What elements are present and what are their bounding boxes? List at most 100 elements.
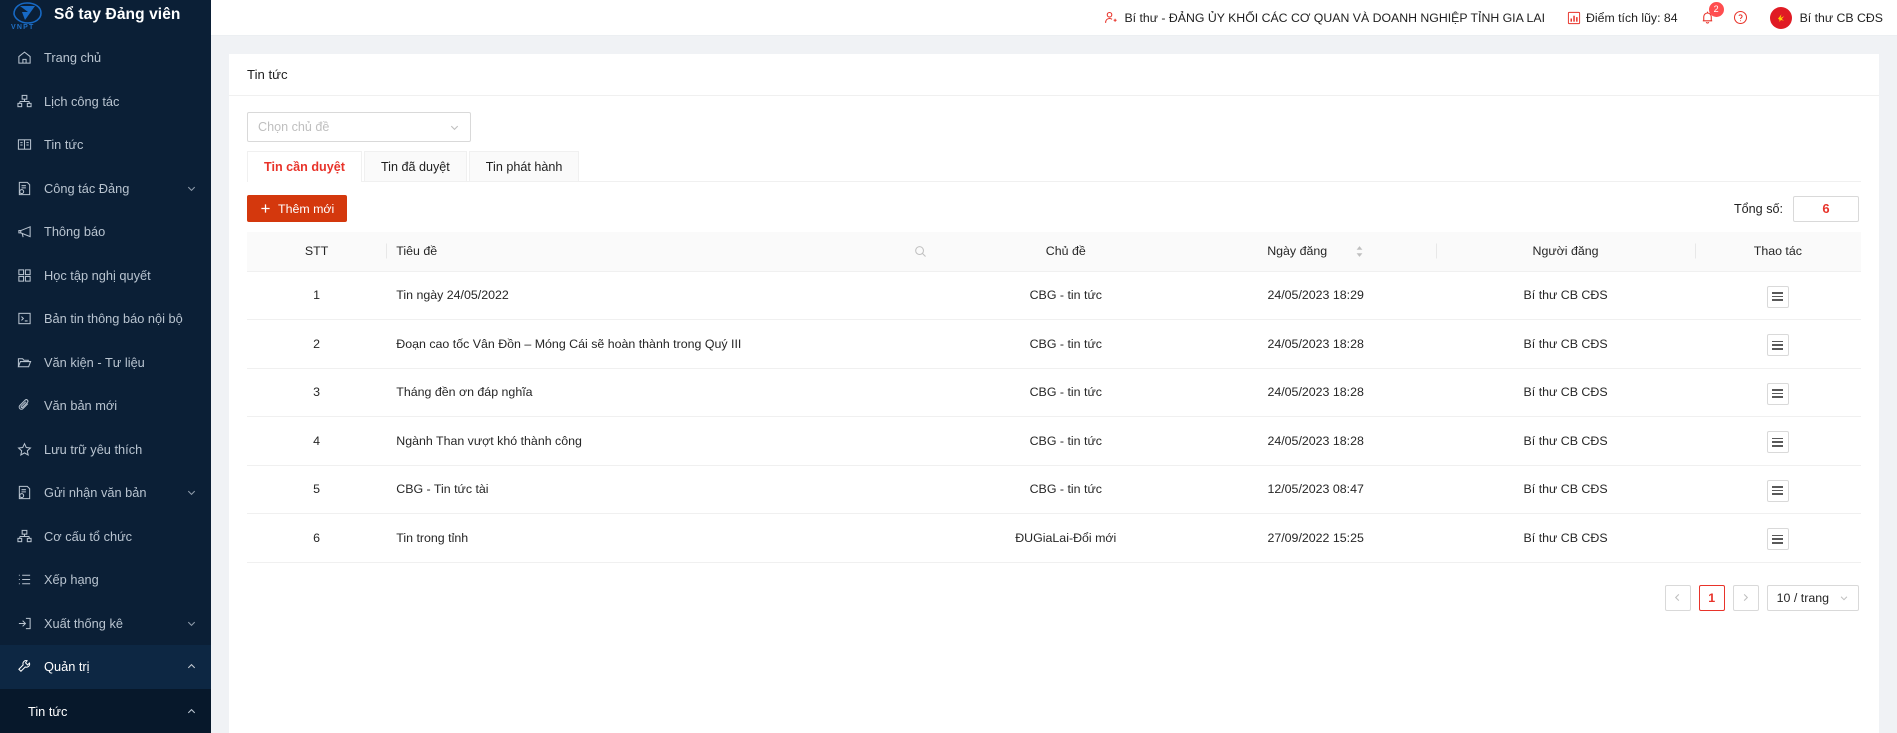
chevron-down-icon bbox=[186, 618, 197, 629]
menu-bars-icon[interactable] bbox=[1766, 285, 1789, 308]
page-size-label: 10 / trang bbox=[1776, 590, 1829, 605]
sidebar-item-ban-tin-thong-bao-noi-bo[interactable]: Bản tin thông báo nội bộ bbox=[0, 297, 211, 341]
sidebar-item-label: Công tác Đảng bbox=[44, 180, 130, 196]
sidebar-item-luu-tru-yeu-thich[interactable]: Lưu trữ yêu thích bbox=[0, 428, 211, 472]
pagination-page-1[interactable]: 1 bbox=[1698, 584, 1725, 611]
pagination-next-button[interactable] bbox=[1732, 584, 1759, 611]
sidebar-item-trang-chu[interactable]: Trang chủ bbox=[0, 36, 211, 80]
topic-filter-select[interactable]: Chọn chủ đề bbox=[247, 112, 471, 142]
sidebar-item-label: Bản tin thông báo nội bộ bbox=[44, 311, 183, 327]
cell-date: 27/09/2022 15:25 bbox=[1194, 513, 1437, 563]
plus-icon bbox=[260, 203, 271, 214]
cell-date: 24/05/2023 18:28 bbox=[1194, 319, 1437, 369]
news-icon bbox=[16, 136, 33, 153]
folder-icon bbox=[16, 354, 33, 371]
terminal-icon bbox=[16, 310, 33, 327]
brand[interactable]: VNPT Sổ tay Đảng viên bbox=[0, 0, 211, 30]
calendar-sitemap-icon bbox=[16, 93, 33, 110]
chart-icon bbox=[1567, 11, 1581, 25]
question-circle-icon bbox=[1733, 10, 1748, 25]
sidebar-item-tin-tuc[interactable]: Tin tức bbox=[0, 123, 211, 167]
tab-tin-da-duyet[interactable]: Tin đã duyệt bbox=[363, 151, 467, 181]
document-check-icon bbox=[16, 180, 33, 197]
sidebar-subitem-tin-tuc[interactable]: Tin tức bbox=[0, 688, 211, 733]
cell-topic: CBG - tin tức bbox=[936, 271, 1195, 320]
menu-bars-icon[interactable] bbox=[1766, 528, 1789, 551]
tab-tin-phat-hanh[interactable]: Tin phát hành bbox=[468, 151, 580, 181]
column-header-nguoi-dang: Người đăng bbox=[1436, 232, 1695, 272]
sidebar-nav: Trang chủ Lịch công tác Tin tức Công tác… bbox=[0, 30, 211, 733]
cell-topic: CBG - tin tức bbox=[936, 465, 1195, 514]
sidebar-item-van-ban-moi[interactable]: Văn bản mới bbox=[0, 384, 211, 428]
card-header: Tin tức bbox=[229, 54, 1879, 96]
sidebar-item-xep-hang[interactable]: Xếp hạng bbox=[0, 558, 211, 602]
sidebar-item-label: Học tập nghị quyết bbox=[44, 267, 151, 283]
tab-label: Tin cần duyệt bbox=[264, 159, 345, 174]
add-new-button[interactable]: Thêm mới bbox=[247, 195, 348, 222]
table-head: STT Tiêu đề Chủ đề Ngày đăng Người đăng … bbox=[247, 232, 1861, 272]
topbar: Bí thư - ĐẢNG ỦY KHỐI CÁC CƠ QUAN VÀ DOA… bbox=[211, 0, 1897, 36]
pagination-prev-button[interactable] bbox=[1664, 584, 1691, 611]
sidebar-item-label: Cơ cấu tổ chức bbox=[44, 528, 133, 544]
menu-bars-icon[interactable] bbox=[1766, 382, 1789, 405]
table-row[interactable]: 2 Đoạn cao tốc Vân Đồn – Móng Cái sẽ hoà… bbox=[247, 319, 1861, 369]
sidebar-item-label: Văn kiện - Tư liệu bbox=[44, 354, 145, 370]
cell-action bbox=[1694, 416, 1861, 466]
topbar-points: Điểm tích lũy: 84 bbox=[1567, 11, 1678, 25]
table-row[interactable]: 3 Tháng đền ơn đáp nghĩa CBG - tin tức 2… bbox=[247, 368, 1861, 417]
sidebar-item-hoc-tap-nghi-quyet[interactable]: Học tập nghị quyết bbox=[0, 254, 211, 298]
sort-icon[interactable] bbox=[1355, 245, 1364, 258]
cell-title: Tin ngày 24/05/2022 bbox=[386, 271, 937, 320]
page-size-select[interactable]: 10 / trang bbox=[1766, 584, 1859, 611]
topbar-points-label: Điểm tích lũy: 84 bbox=[1586, 10, 1678, 25]
table-row[interactable]: 4 Ngành Than vượt khó thành công CBG - t… bbox=[247, 416, 1861, 466]
topic-filter-placeholder: Chọn chủ đề bbox=[258, 120, 330, 134]
sidebar-item-cong-tac-dang[interactable]: Công tác Đảng bbox=[0, 167, 211, 211]
chevron-down-icon bbox=[449, 122, 460, 133]
cell-user: Bí thư CB CĐS bbox=[1436, 319, 1695, 369]
home-icon bbox=[16, 49, 33, 66]
sidebar-item-gui-nhan-van-ban[interactable]: Gửi nhận văn bản bbox=[0, 471, 211, 515]
tab-tin-can-duyet[interactable]: Tin cần duyệt bbox=[247, 151, 362, 182]
table-header-row: STT Tiêu đề Chủ đề Ngày đăng Người đăng … bbox=[247, 232, 1861, 272]
cell-topic: CBG - tin tức bbox=[936, 368, 1195, 417]
menu-bars-icon[interactable] bbox=[1766, 479, 1789, 502]
menu-bars-icon[interactable] bbox=[1766, 334, 1789, 357]
document-check-icon bbox=[16, 484, 33, 501]
sidebar-item-label: Quản trị bbox=[44, 659, 90, 675]
column-label: Người đăng bbox=[1532, 244, 1599, 259]
cell-user: Bí thư CB CĐS bbox=[1436, 465, 1695, 514]
megaphone-icon bbox=[16, 223, 33, 240]
search-icon[interactable] bbox=[914, 245, 927, 258]
column-header-tieu-de: Tiêu đề bbox=[386, 232, 937, 272]
sidebar-item-lich-cong-tac[interactable]: Lịch công tác bbox=[0, 80, 211, 124]
menu-bars-icon[interactable] bbox=[1766, 431, 1789, 454]
total-count: Tổng số: 6 bbox=[1734, 195, 1859, 222]
cell-action bbox=[1694, 368, 1861, 417]
sidebar-item-label: Gửi nhận văn bản bbox=[44, 485, 147, 501]
column-header-ngay-dang[interactable]: Ngày đăng bbox=[1194, 232, 1437, 272]
user-add-icon bbox=[1104, 11, 1118, 25]
sidebar-item-xuat-thong-ke[interactable]: Xuất thống kê bbox=[0, 602, 211, 646]
sidebar-item-label: Xếp hạng bbox=[44, 572, 99, 588]
column-header-chu-de: Chủ đề bbox=[936, 232, 1195, 272]
help-button[interactable] bbox=[1733, 10, 1748, 25]
table-toolbar: Thêm mới Tổng số: 6 bbox=[247, 195, 1861, 222]
sidebar-item-co-cau-to-chuc[interactable]: Cơ cấu tổ chức bbox=[0, 515, 211, 559]
notification-bell-button[interactable]: 2 bbox=[1700, 2, 1724, 25]
table-row[interactable]: 5 CBG - Tin tức tài CBG - tin tức 12/05/… bbox=[247, 465, 1861, 514]
cell-action bbox=[1694, 319, 1861, 369]
news-table: STT Tiêu đề Chủ đề Ngày đăng Người đăng … bbox=[247, 232, 1861, 563]
cell-title: Tháng đền ơn đáp nghĩa bbox=[386, 368, 937, 417]
sidebar-item-label: Lưu trữ yêu thích bbox=[44, 441, 143, 457]
total-value: 6 bbox=[1793, 195, 1859, 222]
user-menu[interactable]: Bí thư CB CĐS bbox=[1769, 6, 1883, 29]
sidebar-item-quan-tri[interactable]: Quản trị bbox=[0, 645, 211, 689]
sidebar-item-label: Xuất thống kê bbox=[44, 615, 123, 631]
table-row[interactable]: 1 Tin ngày 24/05/2022 CBG - tin tức 24/0… bbox=[247, 271, 1861, 320]
sidebar-item-label: Văn bản mới bbox=[44, 398, 118, 414]
sidebar-item-van-kien-tu-lieu[interactable]: Văn kiện - Tư liệu bbox=[0, 341, 211, 385]
column-label: Ngày đăng bbox=[1267, 244, 1328, 259]
table-row[interactable]: 6 Tin trong tỉnh ĐUGiaLai-Đổi mới 27/09/… bbox=[247, 513, 1861, 563]
sidebar-item-thong-bao[interactable]: Thông báo bbox=[0, 210, 211, 254]
